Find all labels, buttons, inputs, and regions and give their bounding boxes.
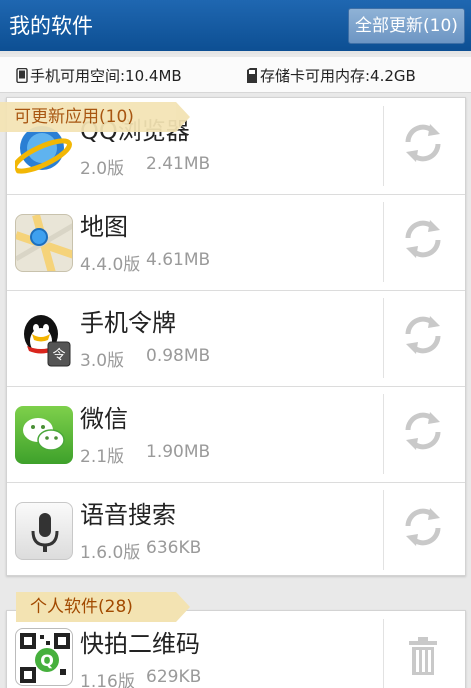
list-item[interactable]: Q 快拍二维码 1.16版 629KB [7,611,465,688]
list-item[interactable]: 地图 4.4.0版 4.61MB [7,194,465,291]
divider [383,106,384,186]
update-icon[interactable] [400,408,446,454]
divider [383,298,384,378]
app-name: 语音搜索 [80,501,176,529]
trash-icon[interactable] [403,635,449,681]
list-item[interactable]: 令 手机令牌 3.0版 0.98MB [7,290,465,387]
page-title: 我的软件 [9,14,93,38]
phone-icon [16,68,28,83]
app-size: 629KB [146,667,202,687]
maps-icon [15,214,73,272]
section-tag-updates: 可更新应用(10) [0,102,190,132]
app-version: 3.0版 [80,351,125,371]
app-size: 1.90MB [146,442,211,462]
app-size: 636KB [146,538,202,558]
app-name: 微信 [80,405,128,433]
list-item[interactable]: 微信 2.1版 1.90MB [7,386,465,483]
divider [383,202,384,282]
divider [383,619,384,688]
sd-storage: 存储卡可用内存:4.2GB [246,65,416,86]
update-icon[interactable] [400,216,446,262]
list-item[interactable]: 语音搜索 1.6.0版 636KB [7,482,465,579]
divider [383,490,384,570]
app-name: 手机令牌 [80,309,176,337]
app-name: 地图 [80,213,128,241]
app-version: 4.4.0版 [80,255,141,275]
phone-storage: 手机可用空间:10.4MB [16,65,182,86]
app-size: 4.61MB [146,250,211,270]
phone-storage-text: 手机可用空间:10.4MB [30,67,182,85]
app-version: 2.1版 [80,447,125,467]
update-icon[interactable] [400,504,446,550]
app-version: 2.0版 [80,159,125,179]
update-icon[interactable] [400,120,446,166]
app-size: 0.98MB [146,346,211,366]
voice-search-icon [15,502,73,560]
token-icon: 令 [15,310,73,368]
section-tag-personal: 个人软件(28) [16,592,190,622]
sd-storage-text: 存储卡可用内存:4.2GB [260,67,416,85]
svg-text:令: 令 [52,348,65,363]
app-size: 2.41MB [146,154,211,174]
qrcode-icon: Q [15,628,73,686]
title-bar: 我的软件 全部更新(10) [0,0,471,54]
updatable-apps-list: QQ浏览器 2.0版 2.41MB 地图 4.4.0版 4.61MB [6,97,466,576]
wechat-icon [15,406,73,464]
storage-info-bar: 手机可用空间:10.4MB 存储卡可用内存:4.2GB [0,57,471,93]
svg-text:Q: Q [40,651,54,670]
divider [383,394,384,474]
app-version: 1.6.0版 [80,543,141,563]
app-version: 1.16版 [80,672,135,688]
app-name: 快拍二维码 [80,630,200,658]
sd-card-icon [247,68,257,83]
update-icon[interactable] [400,312,446,358]
update-all-button[interactable]: 全部更新(10) [348,8,465,44]
